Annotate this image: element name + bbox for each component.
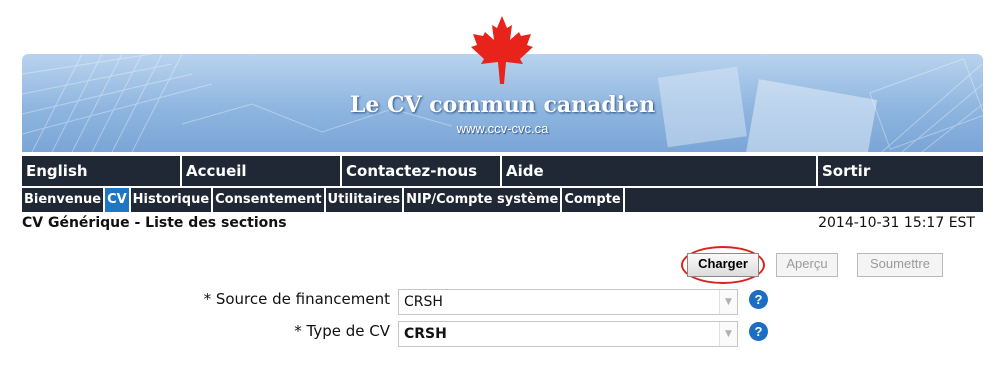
cv-type-label: * Type de CV [294, 322, 390, 340]
chevron-down-icon[interactable]: ▼ [719, 290, 737, 314]
tab-compte[interactable]: Compte [562, 188, 625, 212]
help-icon[interactable]: ? [749, 322, 768, 341]
tab-historique[interactable]: Historique [131, 188, 214, 212]
funding-source-label: * Source de financement [203, 290, 390, 308]
tab-consentement[interactable]: Consentement [213, 188, 326, 212]
cv-type-value: CRSH [404, 326, 447, 342]
tab-nip-compte-systeme[interactable]: NIP/Compte système [404, 188, 563, 212]
sub-navigation: Bienvenue CV Historique Consentement Uti… [22, 188, 983, 212]
nav-english[interactable]: English [22, 156, 182, 186]
banner-title: Le CV commun canadien [349, 92, 656, 118]
nav-contactez-nous[interactable]: Contactez-nous [342, 156, 502, 186]
chevron-down-icon[interactable]: ▼ [719, 322, 737, 346]
banner-url: www.ccv-cvc.ca [456, 121, 549, 136]
apercu-button[interactable]: Aperçu [776, 253, 838, 277]
top-navigation: English Accueil Contactez-nous Aide Sort… [22, 156, 983, 186]
datetime-label: 2014-10-31 15:17 EST [818, 215, 975, 231]
cv-type-select[interactable]: CRSH ▼ [398, 321, 738, 347]
soumettre-button[interactable]: Soumettre [857, 253, 943, 277]
funding-source-select[interactable]: CRSH ▼ [398, 289, 738, 315]
help-icon[interactable]: ? [749, 290, 768, 309]
page-title: CV Générique - Liste des sections [22, 215, 287, 231]
charger-button[interactable]: Charger [687, 253, 759, 277]
nav-accueil[interactable]: Accueil [182, 156, 342, 186]
nav-sortir[interactable]: Sortir [818, 156, 983, 186]
tab-utilitaires[interactable]: Utilitaires [326, 188, 405, 212]
tab-bienvenue[interactable]: Bienvenue [22, 188, 106, 212]
maple-leaf-icon [471, 16, 533, 84]
funding-source-value: CRSH [404, 294, 443, 310]
nav-aide[interactable]: Aide [502, 156, 818, 186]
tab-cv[interactable]: CV [105, 188, 131, 212]
